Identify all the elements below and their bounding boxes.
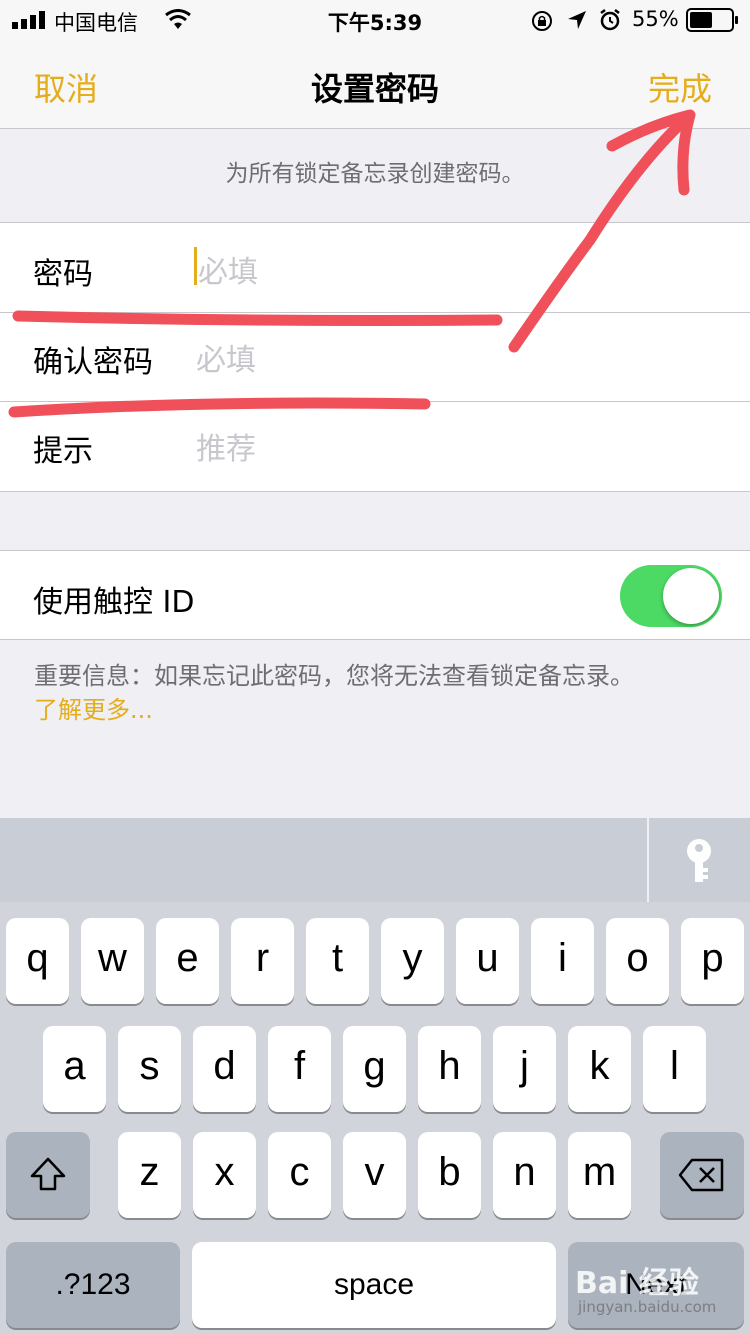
password-hint-text: 为所有锁定备忘录创建密码。 xyxy=(225,161,525,187)
key-label: s xyxy=(139,1044,160,1088)
key-c[interactable]: c xyxy=(268,1132,331,1218)
key-label: c xyxy=(289,1150,310,1194)
key-label: b xyxy=(438,1150,461,1194)
key-y[interactable]: y xyxy=(381,918,444,1004)
key-label: d xyxy=(213,1044,236,1088)
key-w[interactable]: w xyxy=(81,918,144,1004)
key-label: i xyxy=(558,936,567,980)
space-key[interactable]: space xyxy=(192,1242,556,1328)
key-d[interactable]: d xyxy=(193,1026,256,1112)
delete-key[interactable] xyxy=(660,1132,744,1218)
touch-id-toggle[interactable] xyxy=(620,565,722,627)
password-row[interactable]: 密码 必填 xyxy=(0,223,750,311)
key-label: x xyxy=(214,1150,235,1194)
key-q[interactable]: q xyxy=(6,918,69,1004)
key-e[interactable]: e xyxy=(156,918,219,1004)
status-bar: 中国电信 下午5:39 55% xyxy=(0,0,750,40)
password-form: 密码 必填 确认密码 必填 提示 推荐 xyxy=(0,222,750,492)
key-n[interactable]: n xyxy=(493,1132,556,1218)
watermark-url: jingyan.baidu.com xyxy=(578,1298,717,1316)
shift-key[interactable] xyxy=(6,1132,90,1218)
key-v[interactable]: v xyxy=(343,1132,406,1218)
key-i[interactable]: i xyxy=(531,918,594,1004)
page-title: 设置密码 xyxy=(310,70,439,108)
key-a[interactable]: a xyxy=(43,1026,106,1112)
numbers-key-label: .?123 xyxy=(55,1268,131,1301)
confirm-password-label: 确认密码 xyxy=(33,345,153,380)
alarm-icon xyxy=(600,9,620,31)
confirm-password-row[interactable]: 确认密码 必填 xyxy=(0,313,750,401)
key-label: e xyxy=(176,936,199,980)
key-s[interactable]: s xyxy=(118,1026,181,1112)
key-x[interactable]: x xyxy=(193,1132,256,1218)
key-u[interactable]: u xyxy=(456,918,519,1004)
key-label: q xyxy=(26,936,49,980)
learn-more-link[interactable]: 了解更多... xyxy=(34,690,153,725)
key-label: z xyxy=(139,1150,160,1194)
key-label: f xyxy=(293,1044,306,1088)
key-h[interactable]: h xyxy=(418,1026,481,1112)
password-label: 密码 xyxy=(33,257,93,292)
hint-row[interactable]: 提示 推荐 xyxy=(0,402,750,490)
important-info-text: 重要信息：如果忘记此密码，您将无法查看锁定备忘录。 xyxy=(34,662,634,690)
done-button[interactable]: 完成 xyxy=(648,64,712,110)
key-label: v xyxy=(364,1150,385,1194)
text-cursor xyxy=(194,247,197,285)
key-label: m xyxy=(582,1150,617,1194)
navigation-bar: 取消 设置密码 完成 xyxy=(0,40,750,129)
key-b[interactable]: b xyxy=(418,1132,481,1218)
key-label: u xyxy=(476,936,499,980)
key-m[interactable]: m xyxy=(568,1132,631,1218)
hint-input[interactable]: 推荐 xyxy=(196,424,256,468)
touch-id-label: 使用触控 ID xyxy=(33,585,195,620)
key-label: t xyxy=(331,936,344,980)
key-label: p xyxy=(701,936,724,980)
key-label: k xyxy=(589,1044,610,1088)
key-o[interactable]: o xyxy=(606,918,669,1004)
keyboard-accessory-bar xyxy=(0,818,750,902)
battery-icon xyxy=(686,8,738,32)
orientation-lock-icon xyxy=(532,11,552,31)
battery-percent: 55% xyxy=(632,7,679,31)
key-r[interactable]: r xyxy=(231,918,294,1004)
key-label: r xyxy=(255,936,270,980)
toggle-knob xyxy=(663,568,719,624)
divider xyxy=(647,818,649,902)
key-label: j xyxy=(520,1044,529,1088)
key-t[interactable]: t xyxy=(306,918,369,1004)
confirm-password-input[interactable]: 必填 xyxy=(196,335,256,379)
space-key-label: space xyxy=(333,1268,415,1301)
key-label: y xyxy=(402,936,423,980)
key-label: l xyxy=(670,1044,679,1088)
numbers-key[interactable]: .?123 xyxy=(6,1242,180,1328)
location-icon xyxy=(568,11,586,29)
password-input[interactable]: 必填 xyxy=(198,247,258,291)
key-z[interactable]: z xyxy=(118,1132,181,1218)
key-g[interactable]: g xyxy=(343,1026,406,1112)
shift-icon xyxy=(30,1157,66,1191)
key-icon[interactable] xyxy=(683,838,715,884)
hint-label: 提示 xyxy=(33,434,93,469)
key-l[interactable]: l xyxy=(643,1026,706,1112)
key-j[interactable]: j xyxy=(493,1026,556,1112)
key-label: w xyxy=(98,936,127,980)
key-label: o xyxy=(626,936,649,980)
key-label: h xyxy=(438,1044,461,1088)
key-p[interactable]: p xyxy=(681,918,744,1004)
key-label: a xyxy=(63,1044,86,1088)
key-label: n xyxy=(513,1150,536,1194)
key-label: g xyxy=(363,1044,386,1088)
key-k[interactable]: k xyxy=(568,1026,631,1112)
key-f[interactable]: f xyxy=(268,1026,331,1112)
backspace-icon xyxy=(678,1158,724,1192)
watermark-logo: Bai 经验 xyxy=(575,1266,699,1301)
